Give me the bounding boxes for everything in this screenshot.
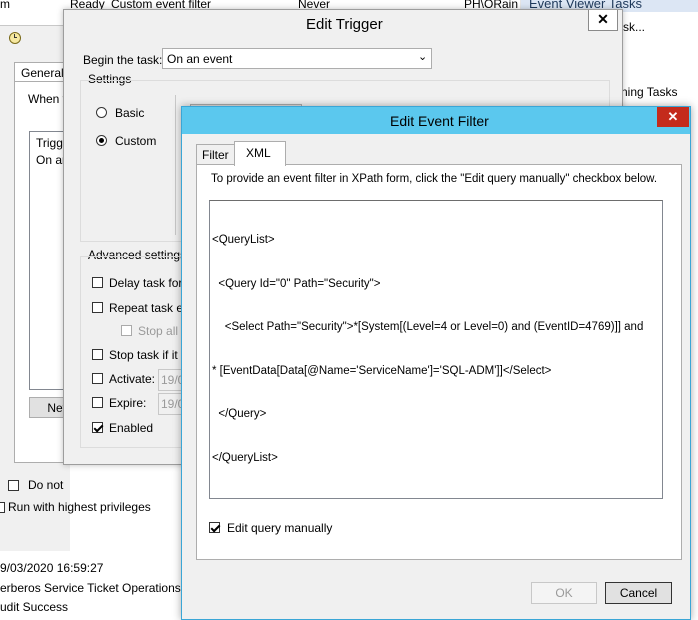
tab-filter[interactable]: Filter: [196, 144, 235, 164]
tab-filter-label: Filter: [202, 148, 229, 162]
edit-event-filter-window: Edit Event Filter ✕ Filter XML To provid…: [181, 106, 691, 620]
xml-tab-panel: To provide an event filter in XPath form…: [196, 164, 682, 560]
do-not-label: Do not: [28, 478, 64, 492]
event-timestamp: 9/03/2020 16:59:27: [0, 561, 104, 575]
delay-label: Delay task for:: [109, 276, 186, 290]
repeat-checkbox[interactable]: [92, 302, 103, 313]
xml-query-editor[interactable]: <QueryList> <Query Id="0" Path="Security…: [209, 200, 663, 499]
close-icon[interactable]: ✕: [657, 107, 689, 127]
begin-task-value: On an event: [167, 52, 233, 66]
expire-label: Expire:: [109, 396, 147, 410]
edit-trigger-titlebar[interactable]: Edit Trigger ✕: [64, 10, 622, 38]
run-highest-label: Run with highest privileges: [8, 500, 151, 514]
xml-line: * [EventData[Data[@Name='ServiceName']='…: [212, 364, 552, 377]
tasks-pane-item[interactable]: ning Tasks: [621, 85, 677, 99]
edit-query-manually-checkbox[interactable]: [209, 522, 220, 533]
stop-all-checkbox[interactable]: [121, 325, 132, 336]
activate-checkbox[interactable]: [92, 373, 103, 384]
xpath-instruction: To provide an event filter in XPath form…: [211, 173, 658, 185]
begin-task-dropdown[interactable]: On an event ⌄: [162, 48, 432, 69]
edit-query-manually-label: Edit query manually: [227, 521, 333, 535]
row-name: m: [0, 0, 10, 11]
ok-button-label: OK: [555, 586, 573, 600]
tab-xml[interactable]: XML: [234, 141, 286, 166]
event-keywords: udit Success: [0, 600, 69, 614]
stop-if-label: Stop task if it ru: [109, 348, 192, 362]
enabled-checkbox[interactable]: [92, 422, 103, 433]
edit-trigger-title: Edit Trigger: [306, 16, 383, 33]
activate-label: Activate:: [109, 372, 156, 386]
radio-basic-label: Basic: [115, 106, 145, 120]
tab-xml-label: XML: [246, 146, 271, 160]
enabled-label: Enabled: [109, 421, 154, 435]
xml-line: </QueryList>: [212, 451, 278, 464]
stop-all-label: Stop all r: [138, 324, 186, 338]
settings-divider: [175, 95, 176, 235]
run-highest-checkbox[interactable]: [0, 502, 5, 513]
xml-line: <Select Path="Security">*[System[(Level=…: [212, 321, 644, 333]
xml-line: </Query>: [212, 408, 267, 420]
tab-general[interactable]: General: [14, 62, 68, 81]
tab-general-label: General: [21, 66, 64, 80]
expire-checkbox[interactable]: [92, 397, 103, 408]
do-not-checkbox[interactable]: [8, 480, 19, 491]
ok-button[interactable]: OK: [531, 582, 597, 604]
cancel-button-label: Cancel: [619, 586, 658, 600]
cancel-button[interactable]: Cancel: [605, 582, 672, 604]
chevron-down-icon: ⌄: [418, 51, 428, 63]
radio-custom-label: Custom: [115, 134, 157, 148]
task-properties-window: General When y Trigge On an Nev Do not R…: [0, 25, 151, 551]
event-task-category: erberos Service Ticket Operations: [0, 581, 181, 595]
edit-event-filter-title: Edit Event Filter: [390, 113, 489, 129]
radio-custom[interactable]: [96, 135, 107, 146]
clock-icon: [9, 32, 21, 44]
tasks-pane-item[interactable]: sk...: [623, 20, 645, 34]
radio-basic[interactable]: [96, 107, 107, 118]
xml-line: <QueryList>: [212, 234, 275, 246]
edit-event-filter-titlebar[interactable]: Edit Event Filter ✕: [182, 107, 690, 134]
stop-if-checkbox[interactable]: [92, 349, 103, 360]
begin-task-label: Begin the task:: [83, 53, 163, 67]
delay-checkbox[interactable]: [92, 277, 103, 288]
event-details-pane: 9/03/2020 16:59:27 erberos Service Ticke…: [0, 548, 182, 620]
xml-line: <Query Id="0" Path="Security">: [212, 277, 381, 290]
close-icon[interactable]: ✕: [588, 10, 618, 31]
